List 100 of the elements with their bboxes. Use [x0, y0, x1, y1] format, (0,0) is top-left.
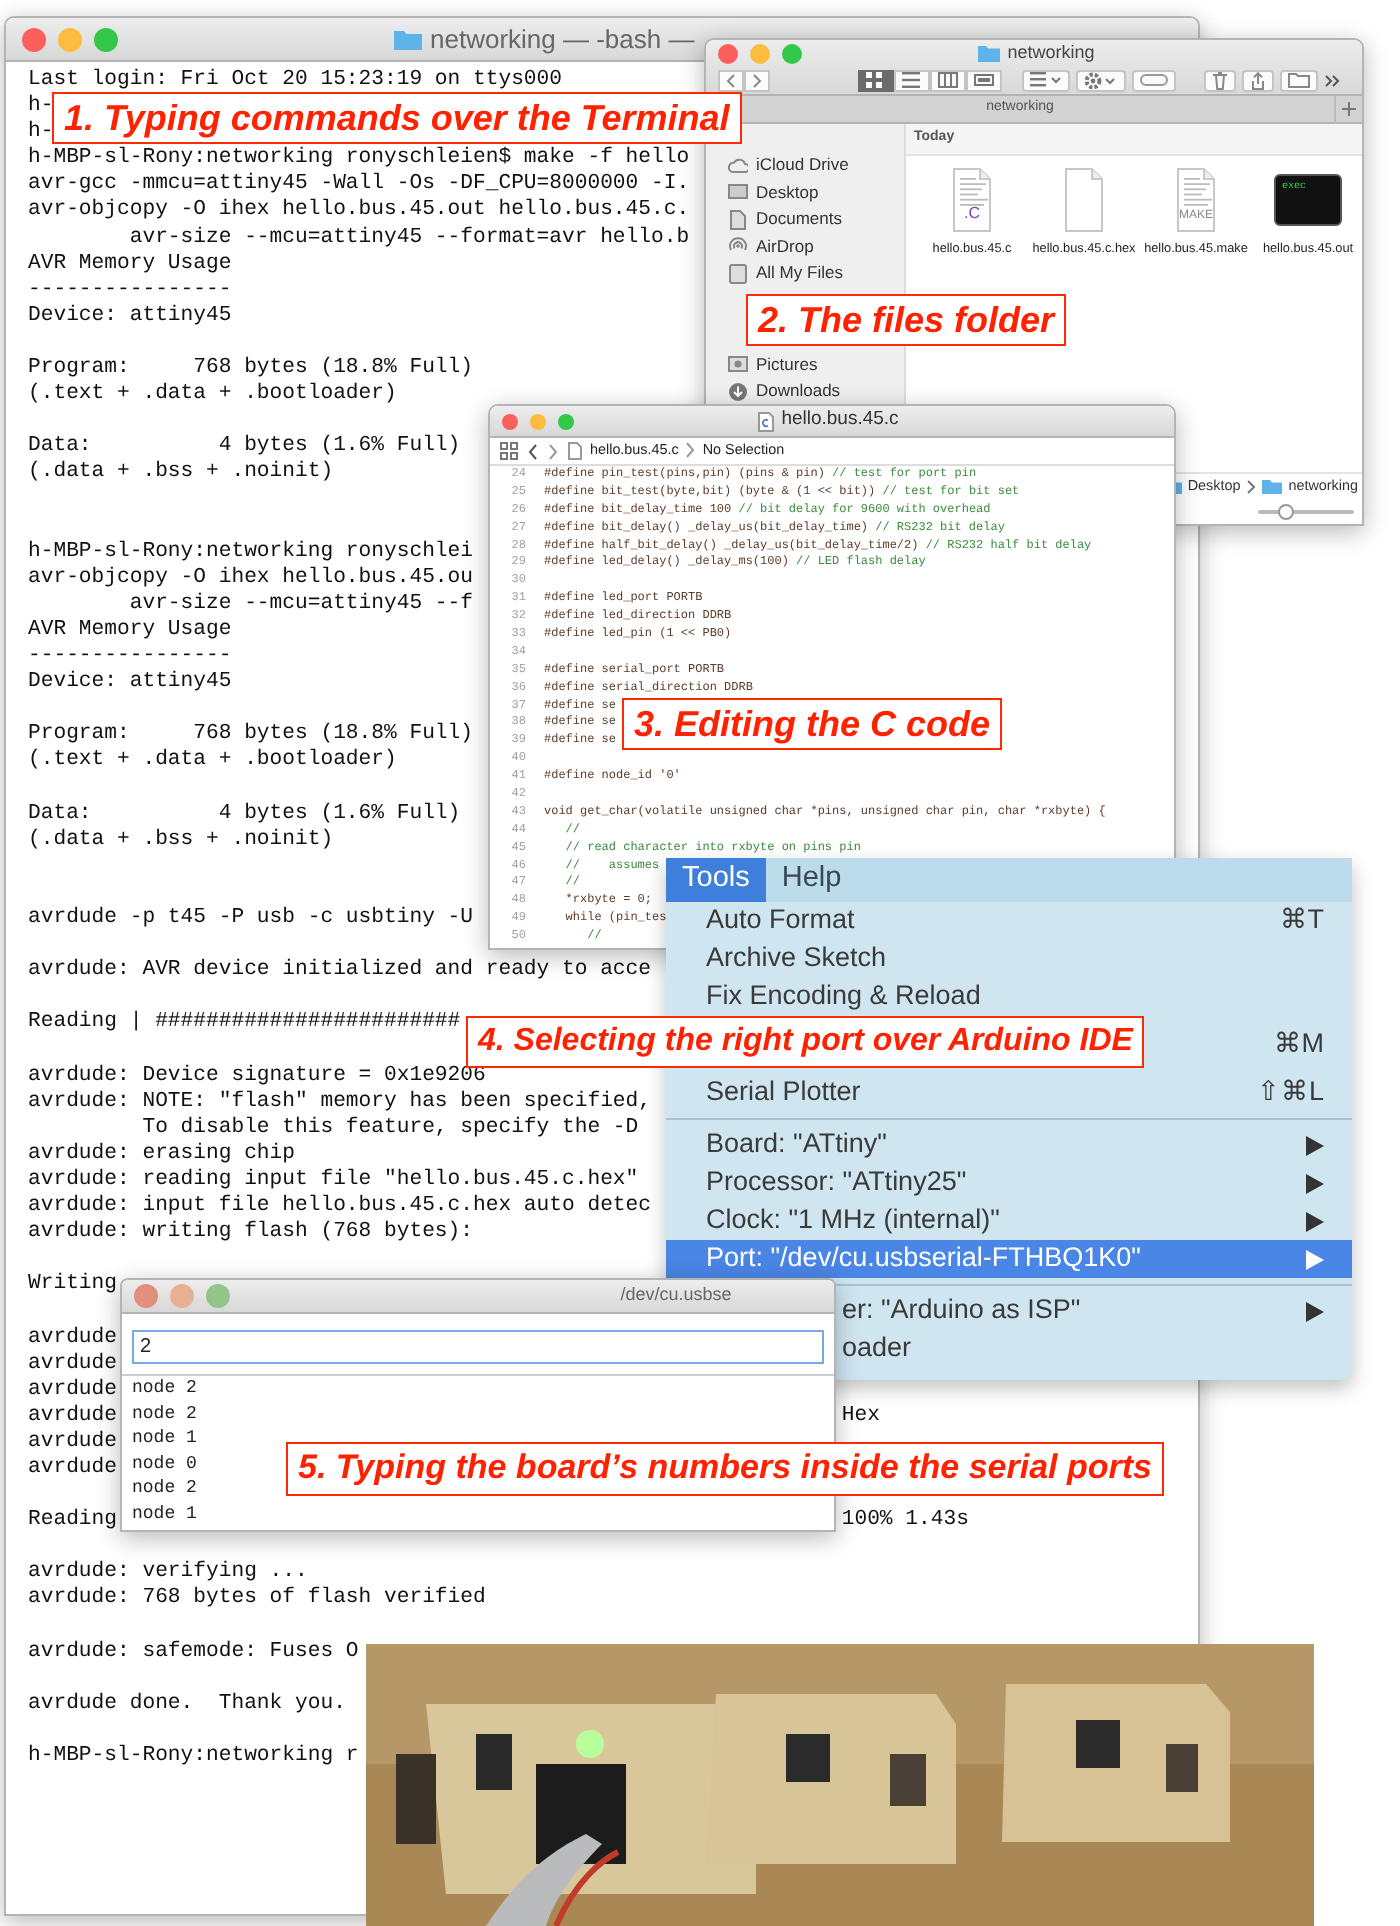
minimize-button[interactable] [170, 1284, 194, 1308]
share-button[interactable] [1242, 69, 1274, 91]
view-icon [866, 72, 886, 88]
output-line: node 2 [132, 1401, 197, 1426]
terminal-line: avrdude: safemode: Fuses O [28, 1639, 359, 1664]
callout-label: 5. Typing the board’s numbers inside the serial ports [286, 1442, 1164, 1496]
menu-item[interactable]: er: "Arduino as ISP" [842, 1290, 1081, 1332]
terminal-line: avrdude: erasing chip [28, 1141, 296, 1166]
menu-item-label: Port: "/dev/cu.usbserial-FTHBQ1K0" [706, 1240, 1141, 1277]
more-icon[interactable] [1324, 73, 1340, 87]
menu-item-label: Board: "ATtiny" [706, 1126, 887, 1163]
terminal-line: avrdude [28, 1455, 118, 1480]
menu-item[interactable]: Port: "/dev/cu.usbserial-FTHBQ1K0" [666, 1240, 1352, 1278]
back-icon[interactable] [528, 443, 538, 459]
close-button[interactable] [718, 43, 738, 63]
zoom-button[interactable] [206, 1284, 230, 1308]
action-button[interactable] [1076, 69, 1126, 91]
tag-button[interactable] [1132, 69, 1176, 91]
folder-button[interactable] [1280, 69, 1318, 91]
files-icon [728, 263, 748, 284]
menu-item[interactable]: Board: "ATtiny" [666, 1126, 1352, 1164]
shortcut-label: ⌘T [1279, 902, 1324, 939]
menu-item[interactable]: Serial Plotter ⇧⌘L [666, 1074, 1352, 1112]
terminal-line: ---------------- [28, 277, 232, 302]
menu-item[interactable]: Clock: "1 MHz (internal)" [666, 1202, 1352, 1240]
view-icon [974, 72, 994, 88]
menu-item[interactable]: Processor: "ATtiny25" [666, 1164, 1352, 1202]
menu-title[interactable]: Tools [666, 858, 766, 902]
terminal-line: To disable this feature, specify the -D [140, 1115, 639, 1140]
zoom-button[interactable] [558, 413, 574, 429]
close-button[interactable] [22, 27, 46, 51]
terminal-line: Program: 768 bytes (18.8% Full) [28, 722, 474, 747]
menu-item-label: Fix Encoding & Reload [706, 978, 981, 1015]
terminal-line: avrdude: AVR device initialized and ready to acce [28, 958, 652, 983]
trash-button[interactable] [1204, 69, 1236, 91]
zoom-button[interactable] [782, 43, 802, 63]
view-button[interactable] [930, 69, 966, 91]
zoom-button[interactable] [94, 27, 118, 51]
sidebar-item[interactable]: Documents [706, 206, 904, 233]
view-button[interactable] [894, 69, 930, 91]
callout-label: 1. Typing commands over the Terminal [52, 92, 742, 145]
terminal-line: (.data + .bss + .noinit) [28, 460, 334, 485]
sidebar-item[interactable]: AirDrop [706, 233, 904, 260]
document-icon[interactable] [1062, 167, 1106, 231]
cloud-icon [728, 155, 748, 176]
sidebar-item[interactable]: Desktop [706, 179, 904, 206]
forward-button[interactable] [744, 69, 770, 91]
menu-item[interactable]: oader [842, 1328, 912, 1370]
output-line: node 1 [132, 1501, 197, 1526]
terminal-line: Reading [28, 1508, 118, 1535]
callout-label: 3. Editing the C code [622, 698, 1003, 751]
close-button[interactable] [502, 413, 518, 429]
document-icon[interactable] [950, 167, 994, 231]
menu-item[interactable]: ⌘M [1273, 1024, 1324, 1066]
terminal-line: avrdude: NOTE: "flash" memory has been specified, [28, 1089, 652, 1114]
terminal-line: h- [28, 120, 54, 145]
menu-item[interactable]: Auto Format ⌘T [666, 902, 1352, 940]
input-field[interactable]: 2 [132, 1330, 824, 1364]
arrange-button[interactable] [1022, 69, 1070, 91]
terminal-line: h-MBP-sl-Rony:networking ronyschlei [28, 539, 474, 564]
window-title: /dev/cu.usbse [618, 1282, 734, 1309]
sidebar-item[interactable]: iCloud Drive [706, 152, 904, 179]
terminal-line: h-MBP-sl-Rony:networking ronyschleien$ make -f hello [28, 146, 690, 171]
terminal-line: ---------------- [28, 644, 232, 669]
terminal-line: avrdude: writing flash (768 bytes): [28, 1220, 474, 1245]
terminal-line: AVR Memory Usage [28, 617, 232, 642]
output-line: node 2 [132, 1376, 197, 1401]
terminal-line: (.text + .data + .bootloader) [28, 748, 397, 773]
terminal-line: avrdude: reading input file "hello.bus.45.c.hex" [28, 1167, 639, 1192]
forward-icon[interactable] [548, 443, 558, 459]
document-icon[interactable] [1174, 167, 1218, 231]
sidebar-item[interactable]: All My Files [706, 260, 904, 287]
camera-icon [728, 354, 748, 375]
sidebar-item[interactable]: Downloads [706, 378, 904, 405]
view-button[interactable] [858, 69, 894, 91]
sidebar-label: AirDrop [756, 233, 814, 260]
minimize-button[interactable] [750, 43, 770, 63]
terminal-line: avr-size --mcu=attiny45 --format=avr hello.b [127, 225, 690, 250]
terminal-line: avr-size --mcu=attiny45 --f [127, 591, 474, 616]
slider-thumb[interactable] [1278, 503, 1295, 519]
trash-icon [1212, 71, 1228, 89]
menu-item-label: Auto Format [706, 902, 855, 939]
terminal-line: avrdude [28, 1325, 118, 1349]
share-icon [1250, 71, 1266, 89]
sidebar-item[interactable]: Pictures [706, 351, 904, 378]
grid-icon[interactable] [500, 442, 518, 460]
menu-item[interactable]: Archive Sketch [666, 940, 1352, 978]
plus-icon[interactable] [1341, 102, 1356, 116]
terminal-line: Hex [841, 1403, 880, 1430]
chevron-right-icon [1246, 479, 1257, 493]
folder-icon [394, 28, 422, 50]
back-button[interactable] [718, 69, 744, 91]
view-button[interactable] [966, 69, 1002, 91]
terminal-line: Data: 4 bytes (1.6% Full) [28, 801, 461, 826]
terminal-line: avrdude: verifying ... [28, 1560, 308, 1585]
terminal-line: avrdude: Device signature = 0x1e9206 [28, 1063, 486, 1088]
close-button[interactable] [134, 1284, 158, 1308]
menu-item[interactable]: Fix Encoding & Reload [666, 978, 1352, 1016]
menu-title[interactable]: Help [765, 858, 858, 902]
terminal-line: Last login: Fri Oct 20 15:23:19 on ttys000 [28, 68, 563, 92]
